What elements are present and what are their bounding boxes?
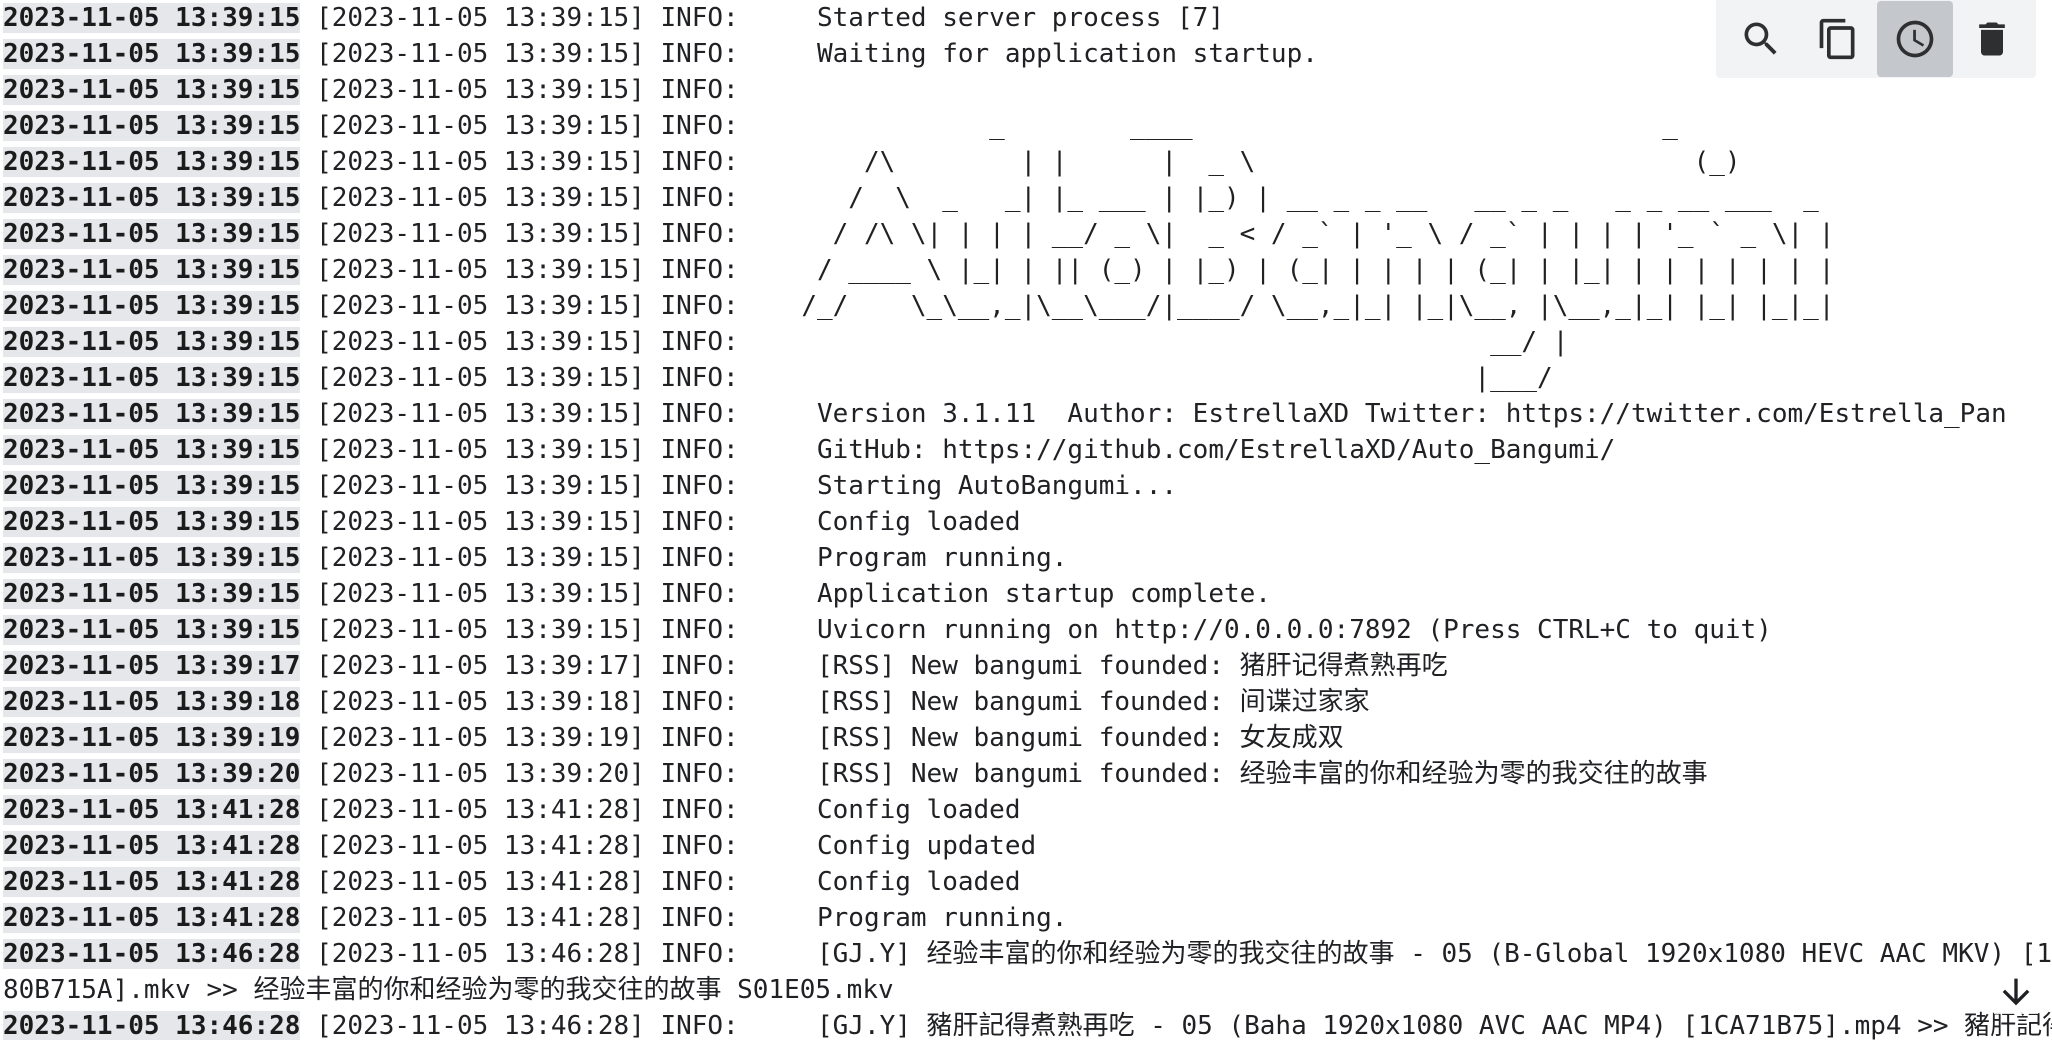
- log-timestamp: 2023-11-05 13:39:15: [3, 3, 301, 33]
- log-line: 2023-11-05 13:39:17 [2023-11-05 13:39:17…: [3, 648, 2052, 684]
- log-message: [2023-11-05 13:39:15] INFO: / /\ \| | | …: [300, 219, 1835, 249]
- copy-button[interactable]: [1800, 1, 1876, 77]
- log-line: 2023-11-05 13:39:15 [2023-11-05 13:39:15…: [3, 180, 2052, 216]
- log-message: [2023-11-05 13:39:15] INFO: Uvicorn runn…: [300, 615, 1772, 645]
- log-timestamp: 2023-11-05 13:39:15: [3, 327, 301, 357]
- log-message: [2023-11-05 13:39:15] INFO: Starting Aut…: [300, 471, 1178, 501]
- arrow-down-icon: [2002, 978, 2030, 1006]
- log-timestamp: 2023-11-05 13:39:19: [3, 723, 301, 753]
- log-message: [2023-11-05 13:39:15] INFO: Application …: [300, 579, 1271, 609]
- log-timestamp: 2023-11-05 13:39:15: [3, 507, 301, 537]
- log-message: [2023-11-05 13:39:15] INFO: |___/: [300, 363, 1553, 393]
- log-timestamp: 2023-11-05 13:39:15: [3, 399, 301, 429]
- log-message: [2023-11-05 13:39:15] INFO:: [300, 75, 739, 105]
- log-line: 2023-11-05 13:39:15 [2023-11-05 13:39:15…: [3, 432, 2052, 468]
- log-timestamp: 2023-11-05 13:39:15: [3, 435, 301, 465]
- log-timestamp: 2023-11-05 13:46:28: [3, 1011, 301, 1040]
- search-icon: [1744, 22, 1777, 55]
- log-timestamp: 2023-11-05 13:46:28: [3, 939, 301, 969]
- log-message: [2023-11-05 13:41:28] INFO: Config loade…: [300, 867, 1021, 897]
- clear-button[interactable]: [1954, 1, 2030, 77]
- search-button[interactable]: [1723, 1, 1799, 77]
- log-line: 2023-11-05 13:39:15 [2023-11-05 13:39:15…: [3, 252, 2052, 288]
- log-timestamp: 2023-11-05 13:39:17: [3, 651, 301, 681]
- log-message: [2023-11-05 13:46:28] INFO: [GJ.Y] 经验丰富的…: [300, 939, 2052, 969]
- log-timestamp: 2023-11-05 13:39:15: [3, 75, 301, 105]
- log-line: 2023-11-05 13:41:28 [2023-11-05 13:41:28…: [3, 900, 2052, 936]
- log-line: 2023-11-05 13:46:28 [2023-11-05 13:46:28…: [3, 1008, 2052, 1040]
- log-timestamp: 2023-11-05 13:39:15: [3, 579, 301, 609]
- log-message: [2023-11-05 13:39:15] INFO: GitHub: http…: [300, 435, 1616, 465]
- log-timestamp: 2023-11-05 13:41:28: [3, 903, 301, 933]
- copy-icon: [1819, 18, 1854, 60]
- log-message: [2023-11-05 13:39:15] INFO: Version 3.1.…: [300, 399, 2007, 429]
- log-timestamp: 2023-11-05 13:39:15: [3, 111, 301, 141]
- log-timestamp: 2023-11-05 13:39:15: [3, 291, 301, 321]
- log-message: [2023-11-05 13:39:18] INFO: [RSS] New ba…: [300, 687, 1370, 717]
- log-timestamp: 2023-11-05 13:39:15: [3, 363, 301, 393]
- log-line: 80B715A].mkv >> 经验丰富的你和经验为零的我交往的故事 S01E0…: [3, 972, 2052, 1008]
- log-timestamp: 2023-11-05 13:39:18: [3, 687, 301, 717]
- log-line: 2023-11-05 13:39:15 [2023-11-05 13:39:15…: [3, 396, 2052, 432]
- log-message: [2023-11-05 13:39:15] INFO: Started serv…: [300, 3, 1224, 33]
- log-line: 2023-11-05 13:39:15 [2023-11-05 13:39:15…: [3, 216, 2052, 252]
- log-line: 2023-11-05 13:46:28 [2023-11-05 13:46:28…: [3, 936, 2052, 972]
- log-message: [2023-11-05 13:39:15] INFO: /\ | | | _ \…: [300, 147, 1741, 177]
- log-line: 2023-11-05 13:39:15 [2023-11-05 13:39:15…: [3, 540, 2052, 576]
- log-timestamp: 2023-11-05 13:39:15: [3, 615, 301, 645]
- log-message: [2023-11-05 13:39:17] INFO: [RSS] New ba…: [300, 651, 1448, 681]
- log-timestamp: 2023-11-05 13:39:15: [3, 219, 301, 249]
- log-message: [2023-11-05 13:39:15] INFO: __/ |: [300, 327, 1569, 357]
- log-message: [2023-11-05 13:39:20] INFO: [RSS] New ba…: [300, 759, 1708, 789]
- trash-icon: [1978, 22, 2005, 56]
- log-message: [2023-11-05 13:39:15] INFO: Config loade…: [300, 507, 1021, 537]
- log-line: 2023-11-05 13:39:18 [2023-11-05 13:39:18…: [3, 684, 2052, 720]
- log-line: 2023-11-05 13:39:15 [2023-11-05 13:39:15…: [3, 612, 2052, 648]
- log-message: [2023-11-05 13:39:19] INFO: [RSS] New ba…: [300, 723, 1344, 753]
- log-timestamp: 2023-11-05 13:41:28: [3, 831, 301, 861]
- log-line: 2023-11-05 13:39:15 [2023-11-05 13:39:15…: [3, 324, 2052, 360]
- log-message: [2023-11-05 13:41:28] INFO: Program runn…: [300, 903, 1068, 933]
- log-message: [2023-11-05 13:39:15] INFO: _ ____ _: [300, 111, 1678, 141]
- log-timestamp: 2023-11-05 13:39:15: [3, 183, 301, 213]
- log-line: 2023-11-05 13:39:15 [2023-11-05 13:39:15…: [3, 108, 2052, 144]
- scroll-to-bottom-button[interactable]: [1994, 970, 2038, 1014]
- log-line: 2023-11-05 13:39:15 [2023-11-05 13:39:15…: [3, 360, 2052, 396]
- log-line: 2023-11-05 13:41:28 [2023-11-05 13:41:28…: [3, 828, 2052, 864]
- log-message: [2023-11-05 13:39:15] INFO: Program runn…: [300, 543, 1068, 573]
- log-line: 2023-11-05 13:41:28 [2023-11-05 13:41:28…: [3, 864, 2052, 900]
- log-line: 2023-11-05 13:39:15 [2023-11-05 13:39:15…: [3, 288, 2052, 324]
- log-timestamp: 2023-11-05 13:39:15: [3, 39, 301, 69]
- log-line: 2023-11-05 13:41:28 [2023-11-05 13:41:28…: [3, 792, 2052, 828]
- log-output[interactable]: 2023-11-05 13:39:15 [2023-11-05 13:39:15…: [3, 0, 2052, 1040]
- log-message: [2023-11-05 13:41:28] INFO: Config loade…: [300, 795, 1021, 825]
- log-timestamp: 2023-11-05 13:39:15: [3, 147, 301, 177]
- log-line: 2023-11-05 13:39:15 [2023-11-05 13:39:15…: [3, 576, 2052, 612]
- log-line: 2023-11-05 13:39:15 [2023-11-05 13:39:15…: [3, 468, 2052, 504]
- timestamp-toggle-button[interactable]: [1876, 1, 1953, 77]
- log-timestamp: 2023-11-05 13:39:15: [3, 255, 301, 285]
- log-timestamp: 2023-11-05 13:39:15: [3, 471, 301, 501]
- log-line: 2023-11-05 13:39:20 [2023-11-05 13:39:20…: [3, 756, 2052, 792]
- log-message: [2023-11-05 13:39:15] INFO: / \ _ _| |_ …: [300, 183, 1819, 213]
- log-message: [2023-11-05 13:46:28] INFO: [GJ.Y] 豬肝記得煮…: [300, 1011, 2052, 1040]
- log-timestamp: 2023-11-05 13:41:28: [3, 867, 301, 897]
- clock-icon: [1896, 20, 1933, 58]
- log-message: [2023-11-05 13:39:15] INFO: / ____ \ |_|…: [300, 255, 1835, 285]
- log-line: 2023-11-05 13:39:19 [2023-11-05 13:39:19…: [3, 720, 2052, 756]
- log-line: 2023-11-05 13:39:15 [2023-11-05 13:39:15…: [3, 504, 2052, 540]
- log-message: [2023-11-05 13:41:28] INFO: Config updat…: [300, 831, 1037, 861]
- log-timestamp: 2023-11-05 13:39:20: [3, 759, 301, 789]
- log-line: 2023-11-05 13:39:15 [2023-11-05 13:39:15…: [3, 144, 2052, 180]
- log-toolbar: [1716, 0, 2036, 78]
- log-timestamp: 2023-11-05 13:41:28: [3, 795, 301, 825]
- log-message: 80B715A].mkv >> 经验丰富的你和经验为零的我交往的故事 S01E0…: [3, 975, 894, 1005]
- log-message: [2023-11-05 13:39:15] INFO: Waiting for …: [300, 39, 1318, 69]
- log-message: [2023-11-05 13:39:15] INFO: /_/ \_\__,_|…: [300, 291, 1835, 321]
- log-timestamp: 2023-11-05 13:39:15: [3, 543, 301, 573]
